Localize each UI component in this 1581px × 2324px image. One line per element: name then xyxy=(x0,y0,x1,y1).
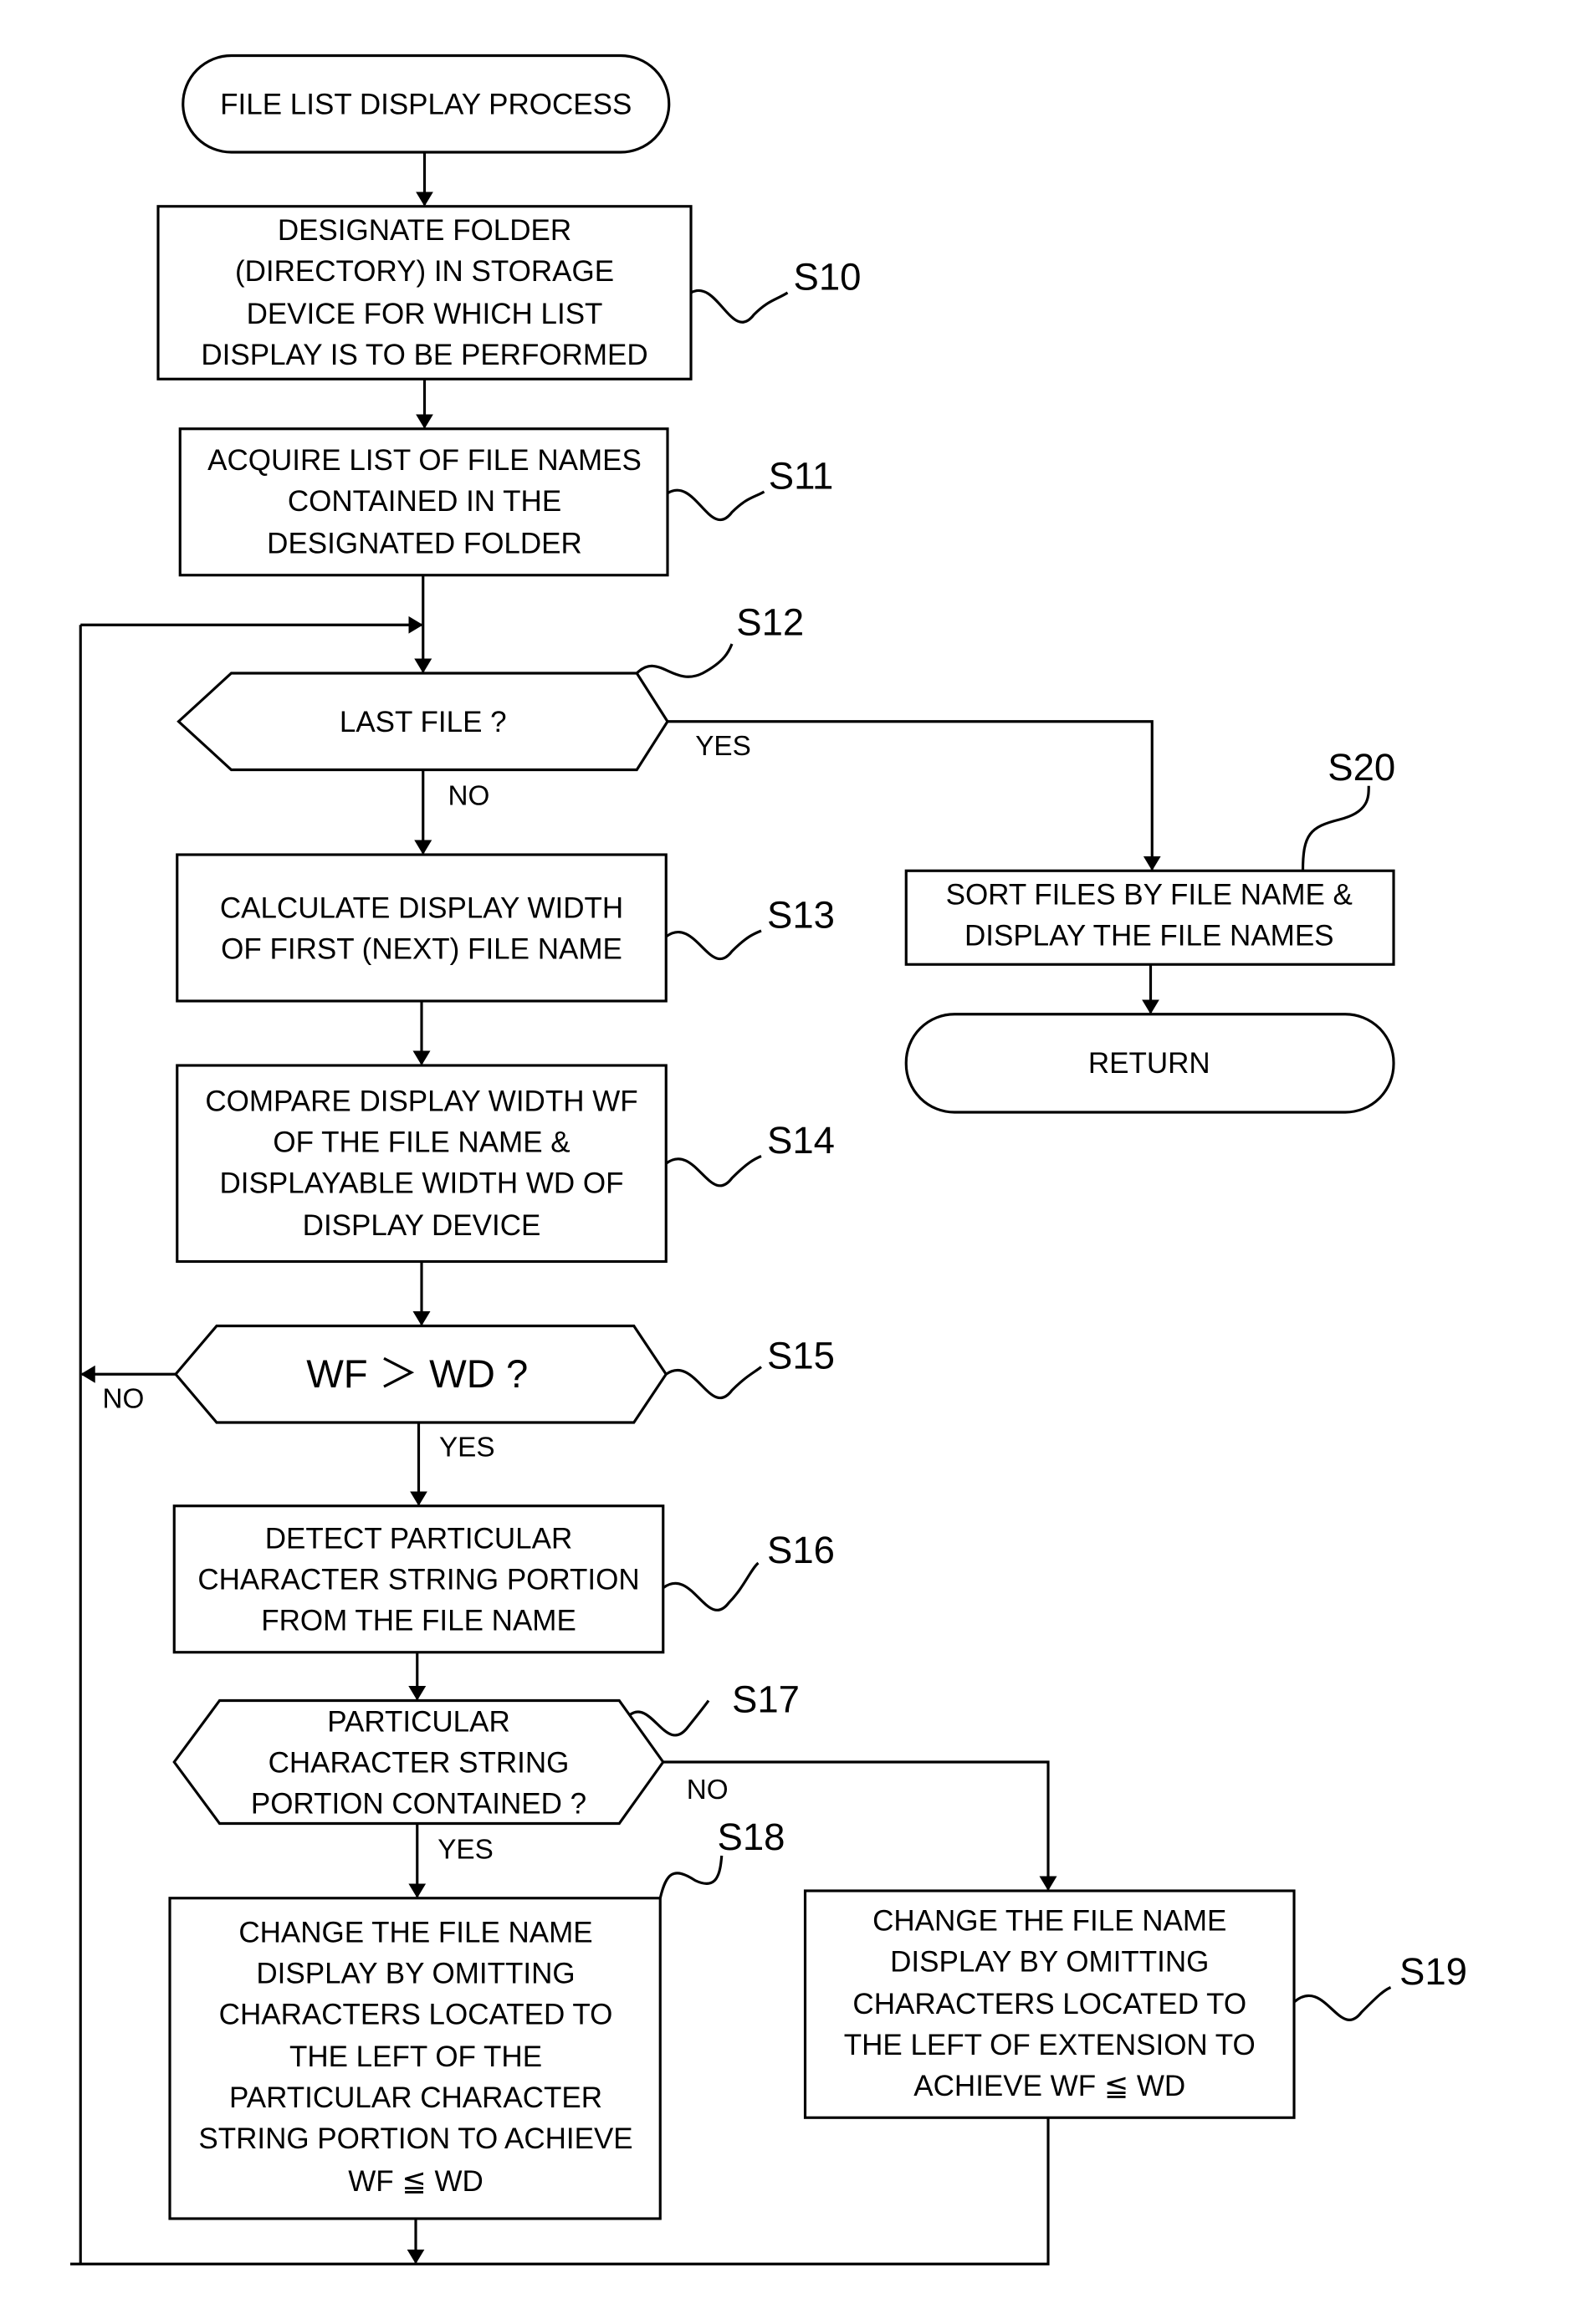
s18-line-2: DISPLAY BY OMITTING xyxy=(256,1957,575,1989)
s18-line-7: WF ≦ WD xyxy=(348,2165,484,2198)
s14-step-id: S14 xyxy=(767,1119,835,1162)
s15-no-label: NO xyxy=(103,1384,145,1415)
s15-question: WF ＞ WD ? xyxy=(306,1352,528,1397)
s19-line-3: CHARACTERS LOCATED TO xyxy=(852,1988,1246,2020)
return-label: RETURN xyxy=(1088,1047,1210,1080)
s13-leader xyxy=(665,929,762,960)
s12-step-id: S12 xyxy=(736,601,804,644)
step-s16: DETECT PARTICULAR CHARACTER STRING PORTI… xyxy=(172,1504,835,1654)
step-s18: CHANGE THE FILE NAME DISPLAY BY OMITTING… xyxy=(168,1816,785,2220)
s18-line-5: PARTICULAR CHARACTER xyxy=(229,2081,602,2114)
s11-line-1: ACQUIRE LIST OF FILE NAMES xyxy=(207,444,642,477)
s17-line-1: PARTICULAR xyxy=(327,1705,509,1738)
s19-line-1: CHANGE THE FILE NAME xyxy=(872,1904,1226,1937)
s14-line-3: DISPLAYABLE WIDTH WD OF xyxy=(220,1167,624,1199)
s17-line-3: PORTION CONTAINED ? xyxy=(251,1787,586,1820)
s19-line-5: ACHIEVE WF ≦ WD xyxy=(913,2070,1185,2102)
s17-step-id: S17 xyxy=(732,1678,800,1721)
s10-leader xyxy=(690,289,789,324)
s18-leader xyxy=(658,1855,724,1899)
s15-yes-label: YES xyxy=(439,1432,495,1463)
start-terminal: FILE LIST DISPLAY PROCESS xyxy=(182,54,671,154)
flowchart: FILE LIST DISPLAY PROCESS DESIGNATE FOLD… xyxy=(70,54,1467,2265)
s11-leader xyxy=(667,488,765,521)
s13-line-2: OF FIRST (NEXT) FILE NAME xyxy=(221,932,622,965)
s14-leader xyxy=(665,1155,762,1188)
s14-line-2: OF THE FILE NAME & xyxy=(273,1126,570,1158)
s16-leader xyxy=(662,1561,760,1611)
s14-line-1: COMPARE DISPLAY WIDTH WF xyxy=(205,1085,637,1117)
s20-line-2: DISPLAY THE FILE NAMES xyxy=(964,920,1334,953)
s20-line-1: SORT FILES BY FILE NAME & xyxy=(946,879,1353,912)
s10-line-3: DEVICE FOR WHICH LIST xyxy=(247,298,603,330)
s12-question: LAST FILE ? xyxy=(340,706,507,738)
s10-line-2: (DIRECTORY) IN STORAGE xyxy=(235,255,614,288)
step-s14: COMPARE DISPLAY WIDTH WF OF THE FILE NAM… xyxy=(176,1064,835,1264)
s13-line-1: CALCULATE DISPLAY WIDTH xyxy=(220,891,623,924)
s20-leader xyxy=(1301,785,1370,871)
s12-no-label: NO xyxy=(448,781,490,812)
s11-line-3: DESIGNATED FOLDER xyxy=(267,528,582,560)
s10-line-4: DISPLAY IS TO BE PERFORMED xyxy=(201,339,647,371)
s11-step-id: S11 xyxy=(769,455,834,498)
s19-line-4: THE LEFT OF EXTENSION TO xyxy=(844,2029,1256,2061)
s16-line-1: DETECT PARTICULAR xyxy=(265,1523,573,1555)
s16-line-3: FROM THE FILE NAME xyxy=(261,1605,576,1637)
s18-line-1: CHANGE THE FILE NAME xyxy=(238,1916,592,1949)
s19-line-2: DISPLAY BY OMITTING xyxy=(890,1945,1209,1978)
s12-yes-label: YES xyxy=(695,731,751,762)
step-s11: ACQUIRE LIST OF FILE NAMES CONTAINED IN … xyxy=(178,427,834,577)
s10-step-id: S10 xyxy=(794,256,862,299)
s15-leader xyxy=(665,1366,762,1399)
s13-step-id: S13 xyxy=(767,894,835,937)
s18-step-id: S18 xyxy=(718,1816,785,1858)
start-label: FILE LIST DISPLAY PROCESS xyxy=(220,89,632,121)
s20-step-id: S20 xyxy=(1328,746,1395,789)
s17-yes-label: YES xyxy=(437,1835,494,1866)
s18-line-3: CHARACTERS LOCATED TO xyxy=(219,1998,613,2030)
s16-step-id: S16 xyxy=(767,1529,835,1571)
s12-leader xyxy=(636,643,734,678)
s18-line-4: THE LEFT OF THE xyxy=(289,2041,542,2073)
s17-no-label: NO xyxy=(687,1775,729,1806)
s19-leader xyxy=(1292,1986,1392,2021)
step-s19: CHANGE THE FILE NAME DISPLAY BY OMITTING… xyxy=(803,1889,1467,2119)
s16-line-2: CHARACTER STRING PORTION xyxy=(197,1564,639,1596)
s10-line-1: DESIGNATE FOLDER xyxy=(278,214,571,247)
s11-line-2: CONTAINED IN THE xyxy=(288,485,561,518)
decision-s15: WF ＞ WD ? S15 xyxy=(173,1324,835,1424)
return-terminal: RETURN xyxy=(904,1013,1395,1114)
s17-line-2: CHARACTER STRING xyxy=(269,1746,570,1779)
step-s10: DESIGNATE FOLDER (DIRECTORY) IN STORAGE … xyxy=(156,205,862,381)
s14-line-4: DISPLAY DEVICE xyxy=(303,1209,541,1242)
s15-step-id: S15 xyxy=(767,1334,835,1377)
s19-step-id: S19 xyxy=(1399,1950,1467,1993)
s18-line-6: STRING PORTION TO ACHIEVE xyxy=(198,2122,632,2155)
step-s13: CALCULATE DISPLAY WIDTH OF FIRST (NEXT) … xyxy=(176,853,835,1003)
